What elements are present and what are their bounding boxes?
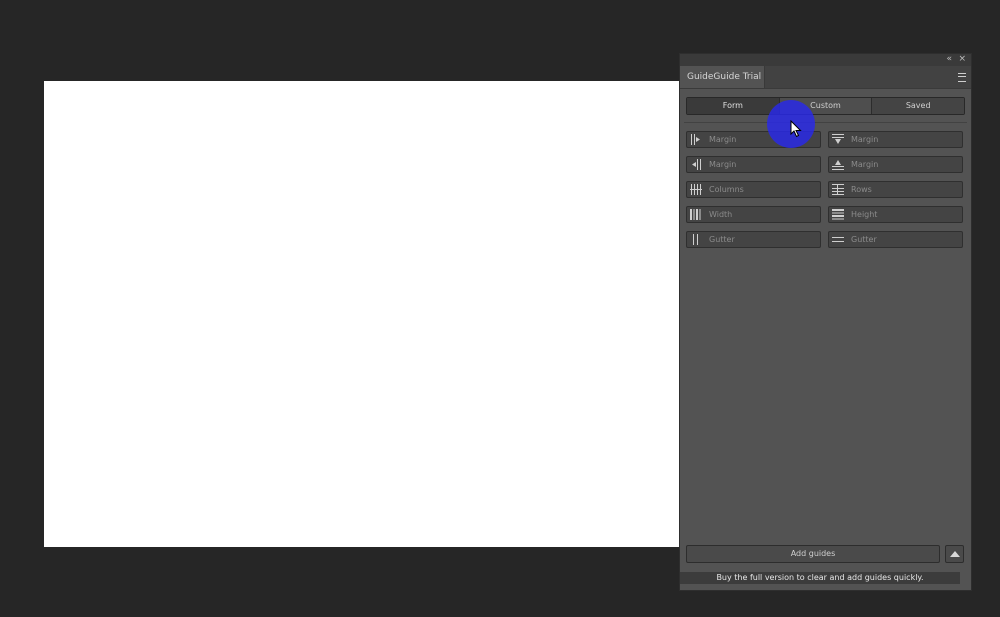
panel-menu-icon[interactable] [958, 73, 966, 82]
document-canvas[interactable] [44, 81, 681, 547]
margin-bottom-field[interactable]: Margin [828, 156, 963, 173]
columns-placeholder: Columns [709, 185, 744, 194]
rows-field[interactable]: Rows [828, 181, 963, 198]
column-width-icon [690, 209, 701, 220]
add-guides-button[interactable]: Add guides [686, 545, 940, 563]
panel-tab-title[interactable]: GuideGuide Trial [680, 66, 765, 88]
rows-icon [832, 184, 844, 195]
tab-saved[interactable]: Saved [872, 98, 964, 114]
row-height-icon [832, 209, 844, 220]
margin-top-placeholder: Margin [851, 135, 879, 144]
row-gutter-placeholder: Gutter [851, 235, 877, 244]
margin-bottom-icon [832, 160, 844, 170]
divider [684, 122, 967, 123]
margin-bottom-placeholder: Margin [851, 160, 879, 169]
row-height-field[interactable]: Height [828, 206, 963, 223]
expand-actions-icon[interactable] [945, 545, 964, 563]
margin-top-icon [832, 134, 844, 144]
panel-tabbar: GuideGuide Trial [680, 66, 971, 89]
margin-right-placeholder: Margin [709, 160, 737, 169]
margin-left-placeholder: Margin [709, 135, 737, 144]
rows-placeholder: Rows [851, 185, 872, 194]
tab-form[interactable]: Form [687, 98, 780, 114]
margin-left-icon [691, 134, 700, 145]
guideguide-panel: « × GuideGuide Trial Form Custom Saved M… [679, 53, 972, 591]
column-width-field[interactable]: Width [686, 206, 821, 223]
mode-tabs: Form Custom Saved [686, 97, 965, 115]
column-width-placeholder: Width [709, 210, 733, 219]
close-panel-icon[interactable]: × [958, 53, 966, 65]
columns-field[interactable]: Columns [686, 181, 821, 198]
row-gutter-icon [832, 237, 844, 242]
margin-right-icon [692, 159, 701, 170]
row-height-placeholder: Height [851, 210, 878, 219]
column-gutter-placeholder: Gutter [709, 235, 735, 244]
margin-right-field[interactable]: Margin [686, 156, 821, 173]
column-gutter-icon [693, 234, 698, 245]
columns-icon [690, 184, 702, 195]
trial-promo-text: Buy the full version to clear and add gu… [680, 572, 960, 584]
column-gutter-field[interactable]: Gutter [686, 231, 821, 248]
margin-top-field[interactable]: Margin [828, 131, 963, 148]
row-gutter-field[interactable]: Gutter [828, 231, 963, 248]
mouse-cursor-icon [790, 120, 802, 138]
collapse-panel-icon[interactable]: « [946, 53, 952, 65]
